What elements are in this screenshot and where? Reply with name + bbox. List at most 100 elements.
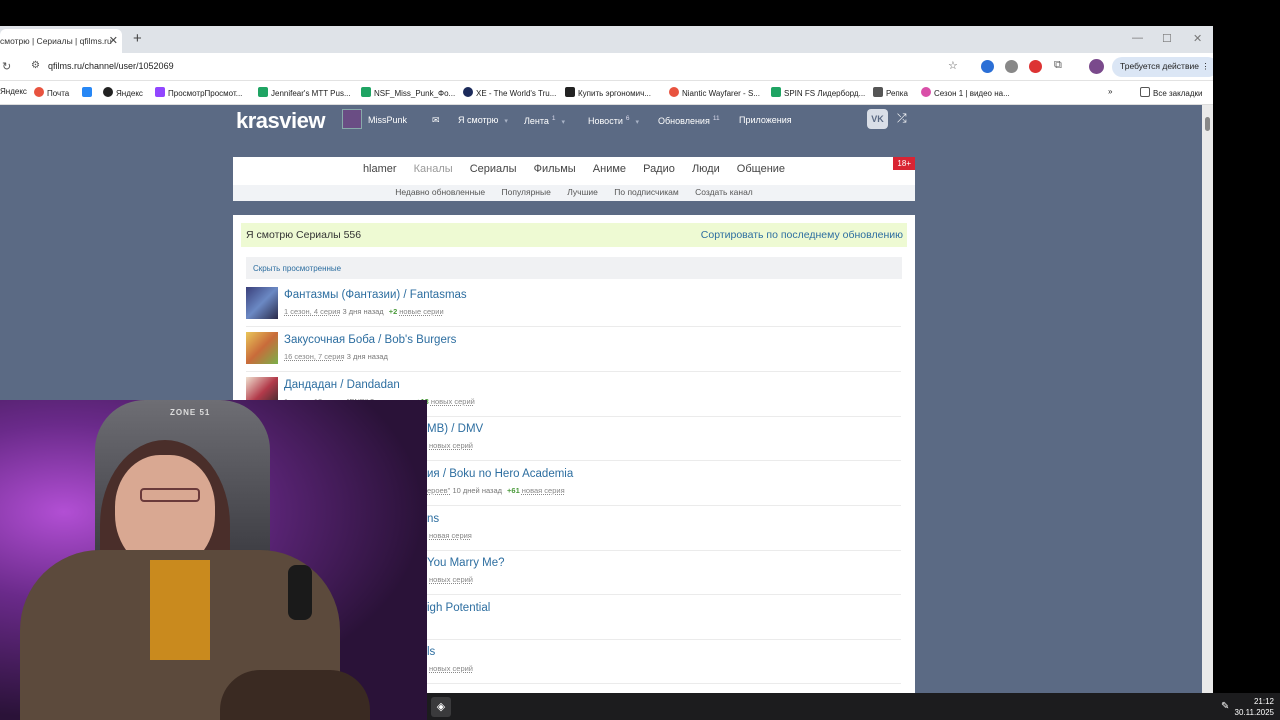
screen: смотрю | Сериалы | qfilms.ru ✕ + — ☐ ✕ ↻… xyxy=(0,0,1280,720)
hide-watched-bar: Скрыть просмотренные xyxy=(246,257,902,279)
list-item[interactable]: igh Potential xyxy=(413,596,901,640)
site-logo[interactable]: krasview xyxy=(236,108,325,134)
list-item[interactable]: ns новая серия xyxy=(413,507,901,551)
nav-channels[interactable]: Каналы xyxy=(414,163,453,175)
series-meta: новая серия xyxy=(429,531,472,540)
glasses xyxy=(140,488,200,502)
scrollbar-thumb[interactable] xyxy=(1205,117,1210,131)
list-item[interactable]: Фантазмы (Фантазии) / Fantasmas 1 сезон,… xyxy=(246,283,901,327)
bookmark-item[interactable]: Jennifear's MTT Pus... xyxy=(258,87,351,98)
taskbar: ◈ ✎ 21:12 30.11.2025 xyxy=(427,693,1280,720)
nav-series[interactable]: Сериалы xyxy=(470,163,517,175)
sub-nav: Недавно обновленные Популярные Лучшие По… xyxy=(233,185,915,201)
list-header: Я смотрю Сериалы 556 Сортировать по посл… xyxy=(241,223,907,247)
series-title[interactable]: ns xyxy=(427,513,439,525)
nav-radio[interactable]: Радио xyxy=(643,163,675,175)
address-toolbar: ↻ ⚙ qfilms.ru/channel/user/1052069 ☆ ⧉ Т… xyxy=(0,53,1213,81)
list-item[interactable]: ия / Boku no Hero Academia ероев" 10 дне… xyxy=(413,462,901,506)
bookmark-item[interactable]: Яндекс xyxy=(0,87,27,96)
main-nav: hlamer Каналы Сериалы Фильмы Аниме Радио… xyxy=(233,163,915,175)
series-meta: новых серий xyxy=(429,575,473,584)
profile-avatar[interactable] xyxy=(1089,59,1104,74)
tab-active[interactable]: смотрю | Сериалы | qfilms.ru ✕ xyxy=(0,29,122,53)
hide-watched-link[interactable]: Скрыть просмотренные xyxy=(253,264,341,273)
nav-anime[interactable]: Аниме xyxy=(593,163,626,175)
subnav-recent[interactable]: Недавно обновленные xyxy=(395,187,485,197)
series-title[interactable]: You Marry Me? xyxy=(427,557,505,569)
tab-strip: смотрю | Сериалы | qfilms.ru ✕ + — ☐ ✕ xyxy=(0,26,1213,53)
extension-icon[interactable] xyxy=(981,60,994,73)
bookmark-item[interactable]: Яндекс xyxy=(103,87,143,98)
clock[interactable]: 21:12 30.11.2025 xyxy=(1235,696,1274,718)
subnav-subscribers[interactable]: По подписчикам xyxy=(614,187,678,197)
site-header: krasview MissPunk ✉ Я смотрю ▾ Лента 1▾ Но… xyxy=(0,105,1202,135)
all-bookmarks-folder[interactable]: Все закладки xyxy=(1140,87,1202,98)
list-item[interactable]: MB) / DMV новых серий xyxy=(413,417,901,461)
series-title[interactable]: ls xyxy=(427,646,435,658)
cat xyxy=(220,670,370,720)
series-title[interactable]: MB) / DMV xyxy=(427,423,483,435)
shuffle-icon[interactable]: ⤮ xyxy=(897,111,907,126)
minimize-icon[interactable]: — xyxy=(1132,32,1143,44)
nav-news[interactable]: Новости 6▾ xyxy=(588,115,639,126)
bookmark-item[interactable]: Купить эргономич... xyxy=(565,87,651,98)
reload-icon[interactable]: ↻ xyxy=(2,60,11,73)
bookmark-item[interactable]: Сезон 1 | видео на... xyxy=(921,87,1010,98)
subnav-create-channel[interactable]: Создать канал xyxy=(695,187,753,197)
series-thumbnail[interactable] xyxy=(246,332,278,364)
new-tab-icon[interactable]: + xyxy=(133,30,142,47)
nav-updates[interactable]: Обновления 11 xyxy=(658,115,720,126)
subnav-best[interactable]: Лучшие xyxy=(567,187,598,197)
list-item[interactable]: ls новых серий xyxy=(413,640,901,684)
bookmark-item[interactable]: Niantic Wayfarer - S... xyxy=(669,87,760,98)
subnav-popular[interactable]: Популярные xyxy=(502,187,551,197)
sort-link[interactable]: Сортировать по последнему обновлению xyxy=(701,229,903,241)
maximize-icon[interactable]: ☐ xyxy=(1162,32,1172,45)
series-title[interactable]: Фантазмы (Фантазии) / Fantasmas xyxy=(284,289,467,301)
list-item[interactable]: Закусочная Боба / Bob's Burgers 16 сезон… xyxy=(246,328,901,372)
page-scrollbar[interactable] xyxy=(1202,105,1213,693)
bookmark-item[interactable]: Почта xyxy=(34,87,69,98)
microphone xyxy=(288,565,312,620)
extension-icon[interactable] xyxy=(1005,60,1018,73)
bookmark-star-icon[interactable]: ☆ xyxy=(948,59,958,72)
nav-feed[interactable]: Лента 1▾ xyxy=(524,115,565,126)
nav-films[interactable]: Фильмы xyxy=(534,163,576,175)
bookmark-item[interactable]: Репка xyxy=(873,87,908,98)
site-info-icon[interactable]: ⚙ xyxy=(31,60,40,71)
tab-close-icon[interactable]: ✕ xyxy=(109,34,118,47)
nav-people[interactable]: Люди xyxy=(692,163,720,175)
nav-chat[interactable]: Общение xyxy=(737,163,785,175)
bookmark-item[interactable] xyxy=(82,87,95,98)
username-link[interactable]: MissPunk xyxy=(368,115,407,125)
bookmark-item[interactable]: XE - The World's Tru... xyxy=(463,87,556,98)
extension-icon[interactable] xyxy=(1029,60,1042,73)
mail-icon[interactable]: ✉ xyxy=(432,115,440,126)
vk-icon[interactable]: VK xyxy=(867,109,888,129)
tab-title: смотрю | Сериалы | qfilms.ru xyxy=(0,36,112,46)
user-avatar[interactable] xyxy=(342,109,362,129)
more-bookmarks-icon[interactable]: » xyxy=(1108,87,1112,96)
series-title[interactable]: ия / Boku no Hero Academia xyxy=(427,468,573,480)
taskbar-app-icon[interactable]: ◈ xyxy=(431,697,451,717)
bookmark-item[interactable]: SPIN FS Лидерборд... xyxy=(771,87,865,98)
extensions-puzzle-icon[interactable]: ⧉ xyxy=(1054,59,1062,72)
bookmark-item[interactable]: NSF_Miss_Punk_Фо... xyxy=(361,87,455,98)
series-thumbnail[interactable] xyxy=(246,287,278,319)
series-title[interactable]: Закусочная Боба / Bob's Burgers xyxy=(284,334,456,346)
window-close-icon[interactable]: ✕ xyxy=(1193,32,1202,45)
bookmarks-bar: Яндекс Почта Яндекс ПросмотрПросмот... J… xyxy=(0,81,1213,105)
series-title[interactable]: Дандадан / Dandadan xyxy=(284,379,400,391)
series-title[interactable]: igh Potential xyxy=(427,602,490,614)
list-item[interactable]: You Marry Me? новых серий xyxy=(413,551,901,595)
url-field[interactable]: qfilms.ru/channel/user/1052069 xyxy=(48,61,174,71)
webcam-overlay: ZONE 51 xyxy=(0,400,427,720)
nav-hlamer[interactable]: hlamer xyxy=(363,163,397,175)
bookmark-item[interactable]: ПросмотрПросмот... xyxy=(155,87,242,98)
chair-brand: ZONE 51 xyxy=(170,408,211,417)
pen-tray-icon[interactable]: ✎ xyxy=(1221,701,1229,712)
nav-watching[interactable]: Я смотрю ▾ xyxy=(458,115,508,125)
series-meta: новых серий xyxy=(429,664,473,673)
nav-apps[interactable]: Приложения xyxy=(739,115,792,125)
action-required-button[interactable]: Требуется действие ⋮ xyxy=(1112,57,1213,77)
